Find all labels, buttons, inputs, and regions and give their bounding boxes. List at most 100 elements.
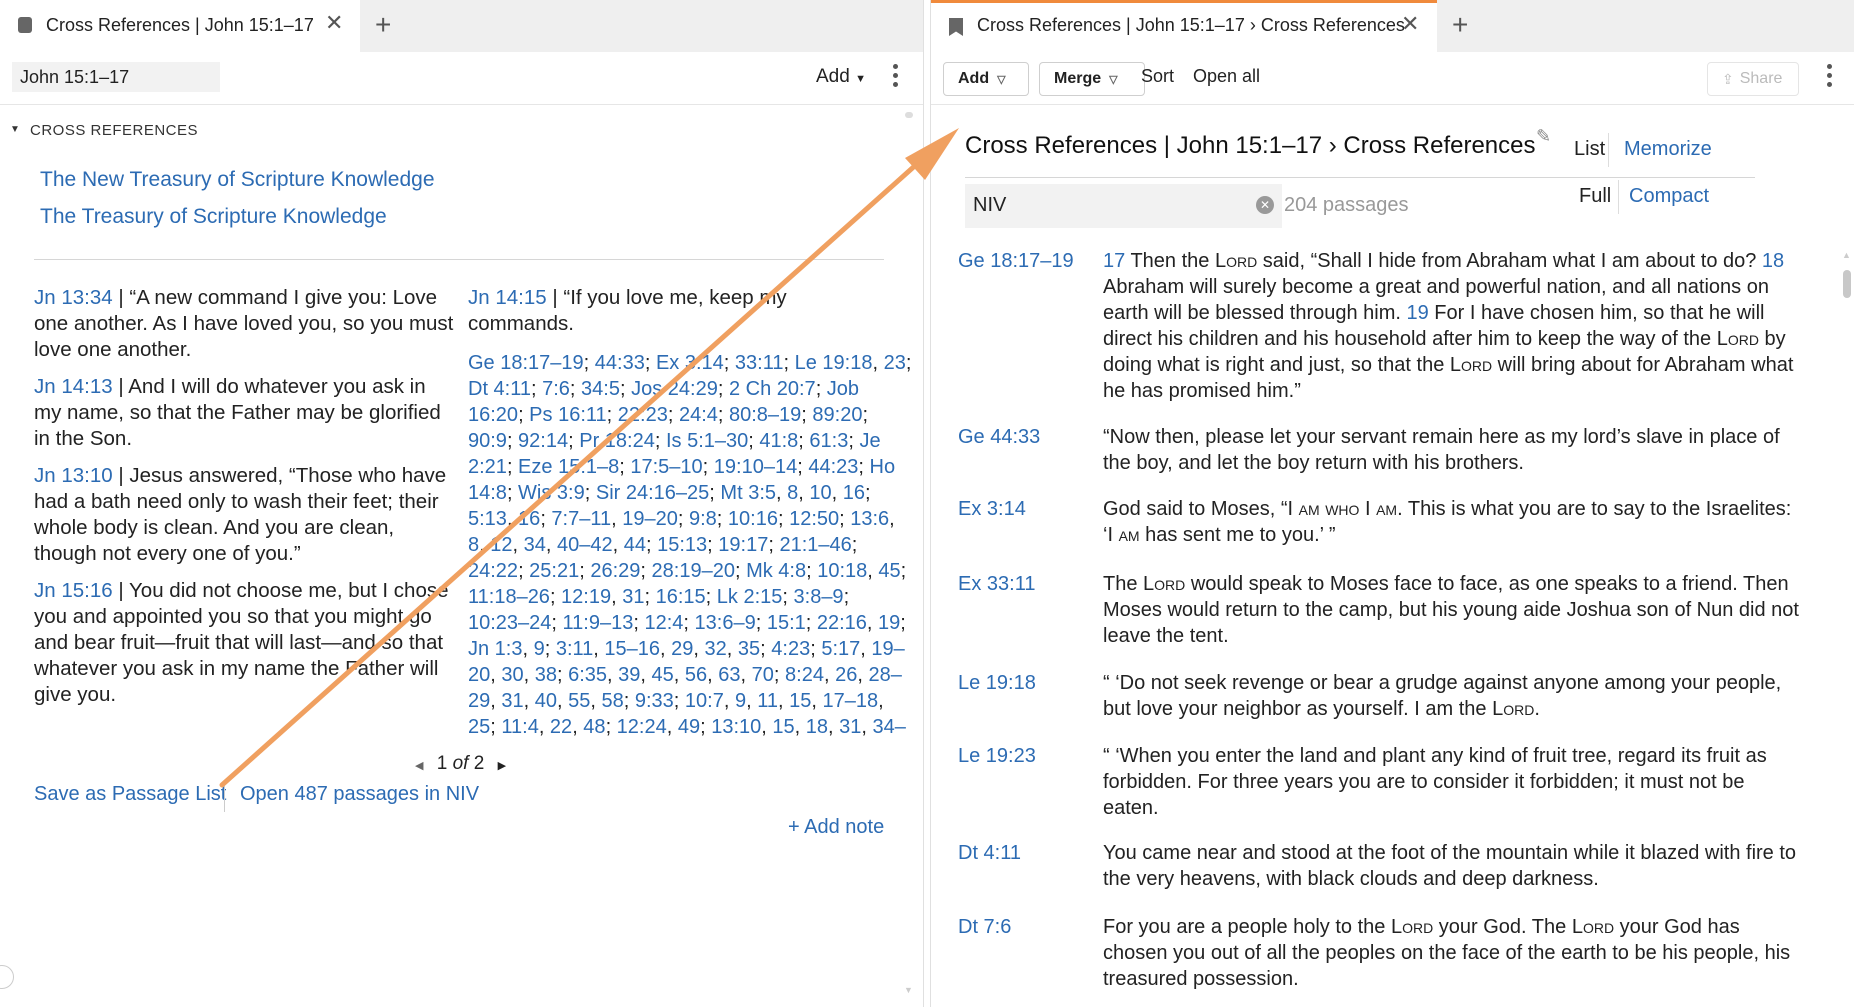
verse-item: Jn 15:16 | You did not choose me, but I … [34,578,454,708]
more-options-icon[interactable] [1827,64,1833,91]
view-divider [1618,180,1619,214]
passage-text: “ ‘Do not seek revenge or bear a grudge … [1103,672,1782,720]
passage-count: 204 passages [1284,194,1409,216]
section-toggle-icon[interactable]: ▼ [10,124,20,135]
chevron-down-icon: ▽ [997,73,1006,86]
list-title: Cross References | John 15:1–17 › Cross … [965,132,1536,159]
reference-line[interactable]: Ge 18:17–19; 44:33; Ex 3:14; 33:11; Le 1… [468,350,911,376]
view-memorize-tab[interactable]: Memorize [1624,138,1712,161]
passage-ref-link[interactable]: Le 19:18 [958,672,1036,695]
page-of: of [452,753,469,774]
verse-ref-link[interactable]: Jn 13:34 [34,286,113,309]
left-panel: Cross References | John 15:1–17 ✕ + John… [0,0,924,1007]
scrollbar-thumb[interactable] [1843,270,1851,298]
tab-title: Cross References | John 15:1–17 › Cross … [977,15,1405,35]
reference-line[interactable]: 20, 30, 38; 6:35, 39, 45, 56, 63, 70; 8:… [468,662,902,688]
passage-text: 17 Then the Lord said, “Shall I hide fro… [1103,250,1794,402]
passage-ref-link[interactable]: Ex 3:14 [958,498,1026,521]
close-tab-icon[interactable]: ✕ [1401,11,1419,37]
reference-line[interactable]: 14:8; Wis 3:9; Sir 24:16–25; Mt 3:5, 8, … [468,480,898,506]
view-list-tab[interactable]: List [1574,138,1605,161]
verse-ref-link[interactable]: Jn 13:10 [34,464,113,487]
tab-title: Cross References | John 15:1–17 [46,15,314,35]
scrollbar-up-icon[interactable] [905,112,913,118]
tab-cross-references[interactable]: Cross References | John 15:1–17 ✕ [0,0,360,52]
verse-ref-link[interactable]: Jn 14:15 [468,286,547,309]
passage-text: God said to Moses, “I am who I am. This … [1103,498,1792,546]
verse-ref-link[interactable]: Jn 14:13 [34,375,113,398]
left-tab-bar: Cross References | John 15:1–17 ✕ + [0,0,923,52]
passage-ref-link[interactable]: Ex 33:11 [958,573,1035,596]
more-options-icon[interactable] [893,64,899,91]
right-toolbar: Add ▽ Merge ▽ Sort Open all ⇪ Share [931,52,1854,105]
share-button[interactable]: ⇪ Share [1707,62,1799,96]
left-toolbar: John 15:1–17 Add ▼ [0,52,923,105]
reference-line[interactable]: Dt 4:11; 7:6; 34:5; Jos 24:29; 2 Ch 20:7… [468,376,898,402]
tab-passage-list[interactable]: Cross References | John 15:1–17 › Cross … [931,0,1437,52]
add-button[interactable]: Add ▽ [943,62,1029,96]
passage-text: “ ‘When you enter the land and plant any… [1103,745,1767,819]
add-label: Add [816,66,850,87]
pager: ◀ 1 of 2 ▶ [415,753,506,775]
share-icon: ⇪ [1722,70,1734,87]
passage-ref-link[interactable]: Le 19:23 [958,745,1036,768]
reference-line[interactable]: Jn 1:3, 9; 3:11, 15–16, 29, 32, 35; 4:23… [468,636,905,662]
clear-input-icon[interactable]: ✕ [1256,196,1274,214]
merge-button[interactable]: Merge ▽ [1039,62,1145,96]
next-page-icon[interactable]: ▶ [498,760,506,772]
reference-line[interactable]: 10:23–24; 11:9–13; 12:4; 13:6–9; 15:1; 2… [468,610,906,636]
divider [34,259,884,260]
section-heading: CROSS REFERENCES [30,122,199,139]
verse-item: Jn 13:34 | “A new command I give you: Lo… [34,285,454,363]
passage-text: The Lord would speak to Moses face to fa… [1103,573,1799,647]
passage-text: “Now then, please let your servant remai… [1103,426,1780,474]
close-tab-icon[interactable]: ✕ [325,10,343,36]
version-value: NIV [973,194,1007,216]
prev-page-icon[interactable]: ◀ [415,760,423,772]
scrollbar-down-icon[interactable]: ▼ [904,985,913,995]
new-tab-plus-icon[interactable]: + [375,10,391,40]
reference-line[interactable]: 5:13, 16; 7:7–11, 19–20; 9:8; 10:16; 12:… [468,506,898,532]
resource-link-ntsk[interactable]: The New Treasury of Scripture Knowledge [40,168,435,192]
passage-text: You came near and stood at the foot of t… [1103,842,1797,890]
save-as-passage-list-link[interactable]: Save as Passage List [34,783,226,806]
passage-ref-link[interactable]: Ge 44:33 [958,426,1040,449]
right-tab-bar: Cross References | John 15:1–17 › Cross … [931,0,1854,52]
verse-item: Jn 13:10 | Jesus answered, “Those who ha… [34,463,454,567]
cross-references-icon [18,17,32,33]
passage-ref-link[interactable]: Ge 18:17–19 [958,250,1074,273]
reference-line[interactable]: 8, 12, 34, 40–42, 44; 15:13; 19:17; 21:1… [468,532,898,558]
collapse-panel-icon[interactable] [0,965,14,989]
bookmark-icon [949,18,963,36]
new-tab-plus-icon[interactable]: + [1452,10,1468,40]
add-note-link[interactable]: + Add note [788,816,884,839]
view-full-tab[interactable]: Full [1579,185,1611,208]
reference-line[interactable]: 16:20; Ps 16:11; 22:23; 24:4; 80:8–19; 8… [468,402,898,428]
view-compact-tab[interactable]: Compact [1629,185,1709,208]
reference-line[interactable]: 11:18–26; 12:19, 31; 16:15; Lk 2:15; 3:8… [468,584,898,610]
page-current: 1 [436,753,448,774]
passage-text: For you are a people holy to the Lord yo… [1103,916,1791,990]
chevron-down-icon: ▽ [1109,73,1118,86]
reference-line[interactable]: 24:22; 25:21; 26:29; 28:19–20; Mk 4:8; 1… [468,558,906,584]
link-separator [224,786,225,812]
edit-pencil-icon[interactable]: ✎ [1536,126,1551,147]
open-all-button[interactable]: Open all [1193,66,1260,87]
open-passages-link[interactable]: Open 487 passages in NIV [240,783,479,806]
sort-button[interactable]: Sort [1141,66,1174,87]
verse-ref-link[interactable]: Jn 15:16 [34,579,113,602]
merge-label: Merge [1054,70,1102,87]
resource-link-tsk[interactable]: The Treasury of Scripture Knowledge [40,205,387,229]
reference-line[interactable]: 25; 11:4, 22, 48; 12:24, 49; 13:10, 15, … [468,714,906,740]
title-divider [965,177,1755,178]
reference-line[interactable]: 2:21; Eze 15:1–8; 17:5–10; 19:10–14; 44:… [468,454,898,480]
add-dropdown-button[interactable]: Add ▼ [816,66,866,88]
reference-input[interactable]: John 15:1–17 [12,62,220,92]
scrollbar-up-icon[interactable]: ▲ [1842,250,1851,260]
version-filter-input[interactable]: NIV ✕ [965,184,1282,228]
page-total: 2 [473,753,485,774]
reference-line[interactable]: 90:9; 92:14; Pr 18:24; Is 5:1–30; 41:8; … [468,428,898,454]
passage-ref-link[interactable]: Dt 4:11 [958,842,1021,865]
reference-line[interactable]: 29, 31, 40, 55, 58; 9:33; 10:7, 9, 11, 1… [468,688,898,714]
passage-ref-link[interactable]: Dt 7:6 [958,916,1011,939]
